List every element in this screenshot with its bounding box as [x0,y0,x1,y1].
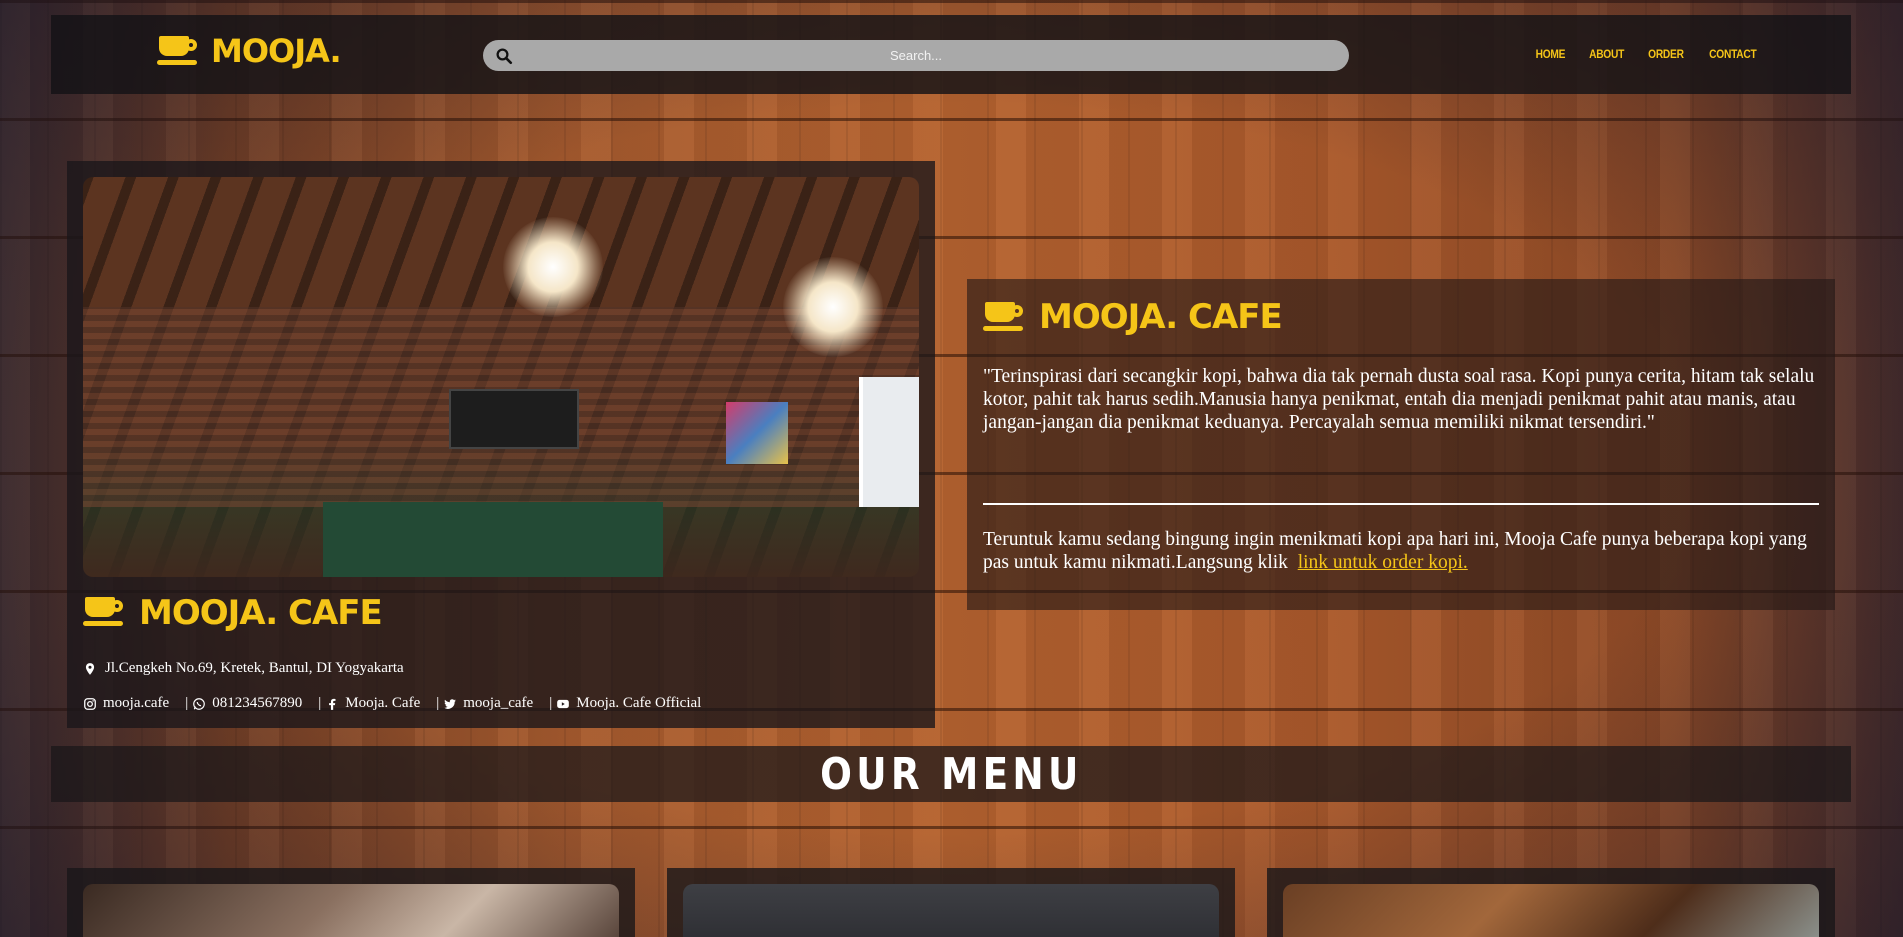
separator: | [185,695,189,711]
cafe-interior-photo [83,177,919,577]
about-description: Teruntuk kamu sedang bingung ingin menik… [983,528,1823,574]
facebook-icon [329,698,336,710]
cafe-info-card: MOOJA. CAFE Jl.Cengkeh No.69, Kretek, Ba… [67,161,935,728]
menu-item-image [683,884,1219,937]
social-links: mooja.cafe | 081234567890 | Mooja. Cafe … [83,695,701,712]
address-text: Jl.Cengkeh No.69, Kretek, Bantul, DI Yog… [105,660,404,676]
social-youtube[interactable]: Mooja. Cafe Official [556,695,701,712]
separator: | [318,695,322,711]
twitter-icon [444,698,457,709]
menu-card[interactable] [667,868,1235,937]
brand-logo[interactable]: MOOJA. [157,32,342,70]
menu-item-image [83,884,619,937]
main-nav: HOME ABOUT ORDER CONTACT [1533,47,1761,61]
about-title: MOOJA. CAFE [983,297,1283,337]
social-whatsapp[interactable]: 081234567890 [192,695,302,712]
search-icon[interactable] [495,47,513,65]
social-facebook[interactable]: Mooja. Cafe [325,695,420,712]
nav-home[interactable]: HOME [1536,47,1566,61]
social-twitter[interactable]: mooja_cafe [443,695,533,712]
brand-name: MOOJA. [211,32,342,70]
cafe-address: Jl.Cengkeh No.69, Kretek, Bantul, DI Yog… [83,660,404,677]
social-label: mooja.cafe [103,695,170,711]
coffee-cup-icon [983,302,1025,332]
social-label: 081234567890 [212,695,303,711]
youtube-icon [557,699,570,708]
navbar: MOOJA. HOME ABOUT ORDER CONTACT [51,15,1851,94]
instagram-icon [84,697,96,710]
separator: | [549,695,553,711]
menu-item-image [1283,884,1819,937]
about-card: MOOJA. CAFE "Terinspirasi dari secangkir… [967,279,1835,610]
social-label: mooja_cafe [463,695,534,711]
coffee-cup-icon [157,36,199,66]
search-bar [483,40,1349,71]
separator: | [436,695,440,711]
about-quote: "Terinspirasi dari secangkir kopi, bahwa… [983,366,1815,433]
menu-card[interactable] [67,868,635,937]
nav-about[interactable]: ABOUT [1589,47,1624,61]
search-input[interactable] [483,40,1349,71]
cafe-name: MOOJA. CAFE [139,593,383,633]
social-instagram[interactable]: mooja.cafe [83,695,169,712]
about-heading: MOOJA. CAFE [1039,297,1283,337]
menu-heading: OUR MENU [819,748,1083,800]
map-pin-icon [85,662,95,675]
divider [983,503,1819,505]
coffee-cup-icon [83,597,125,629]
social-label: Mooja. Cafe Official [576,695,702,711]
social-label: Mooja. Cafe [345,695,421,711]
nav-order[interactable]: ORDER [1648,47,1684,61]
whatsapp-icon [193,697,206,710]
nav-contact[interactable]: CONTACT [1709,47,1757,61]
order-link[interactable]: link untuk order kopi. [1298,552,1468,573]
cafe-title: MOOJA. CAFE [83,593,383,633]
menu-card[interactable] [1267,868,1835,937]
menu-heading-band: OUR MENU [51,746,1851,802]
